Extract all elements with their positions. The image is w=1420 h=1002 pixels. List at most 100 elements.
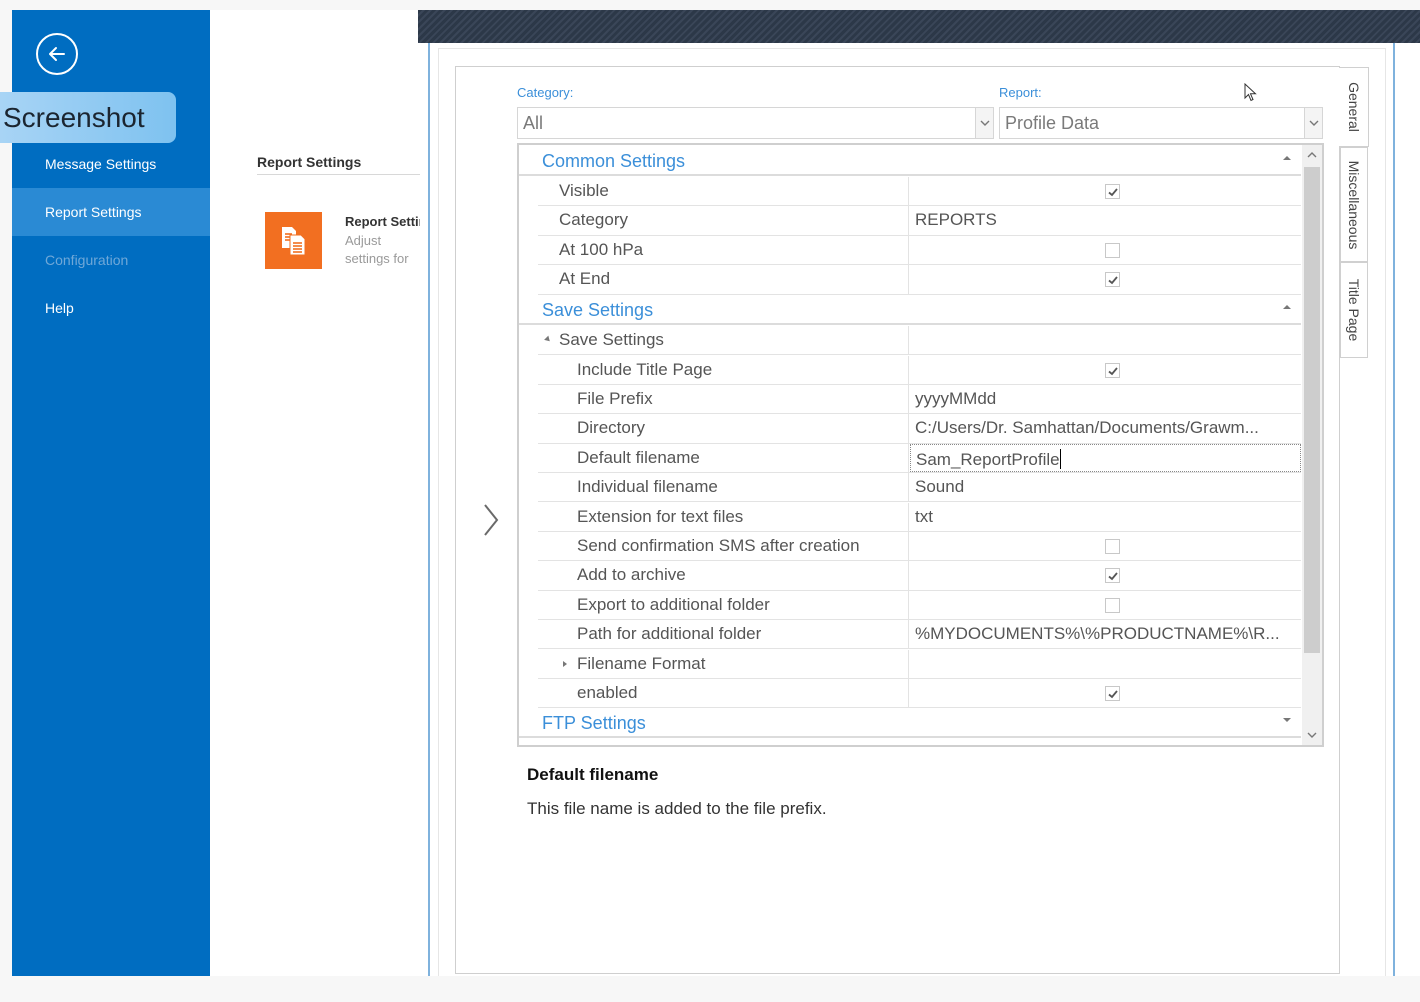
property-value-cell[interactable]: txt (910, 503, 1301, 531)
chevron-right-icon[interactable] (480, 502, 502, 538)
property-value (910, 177, 1301, 205)
property-row-file-prefix[interactable]: File Prefix yyyyMMdd (538, 384, 1301, 415)
sidebar-item-label: Help (45, 300, 74, 316)
checkbox[interactable] (1105, 272, 1120, 288)
panel-border-left (428, 43, 430, 976)
checkmark-icon (1108, 188, 1118, 197)
chevron-down-icon[interactable] (1304, 108, 1322, 138)
property-row-at-100-hpa[interactable]: At 100 hPa (538, 235, 1301, 266)
grid-scrollbar[interactable] (1302, 145, 1322, 745)
property-value (910, 356, 1301, 384)
checkbox[interactable] (1105, 184, 1120, 199)
property-name: Send confirmation SMS after creation (577, 535, 860, 555)
scroll-down-button[interactable] (1302, 725, 1322, 745)
sidebar-item-help[interactable]: Help (12, 284, 210, 332)
property-row-add-to-archive[interactable]: Add to archive (538, 561, 1301, 591)
chevron-down-icon[interactable] (975, 108, 993, 138)
scroll-up-button[interactable] (1302, 145, 1322, 165)
property-row-send-confirmation-sms-after-creation[interactable]: Send confirmation SMS after creation (538, 531, 1301, 562)
property-value (910, 236, 1301, 264)
category-common-settings[interactable]: Common Settings (519, 146, 1301, 176)
property-name: Directory (577, 418, 646, 438)
property-name: Visible (559, 181, 609, 200)
chevron-up-icon (1307, 152, 1317, 158)
property-value (910, 532, 1301, 560)
property-row-export-to-additional-folder[interactable]: Export to additional folder (538, 590, 1301, 621)
sidebar-item-configuration[interactable]: Configuration (12, 236, 210, 284)
property-name: Filename Format (577, 653, 706, 673)
property-name: Save Settings (559, 330, 664, 349)
property-value (910, 591, 1301, 619)
category-select[interactable]: All (517, 107, 994, 139)
description-title: Default filename (527, 765, 659, 784)
property-name: Path for additional folder (577, 624, 762, 644)
checkbox[interactable] (1105, 242, 1120, 258)
sidebar-item-label: Configuration (45, 252, 129, 268)
property-name: Export to additional folder (577, 594, 770, 614)
checkbox[interactable] (1105, 685, 1120, 701)
property-value: %MYDOCUMENTS%\%PRODUCTNAME%\R... (915, 624, 1280, 644)
sidebar-item-label: Report Settings (45, 204, 142, 220)
report-settings-tile[interactable] (265, 212, 322, 269)
chevron-down-icon (1307, 732, 1317, 738)
property-value: REPORTS (915, 210, 997, 230)
property-row-category[interactable]: Category REPORTS (538, 206, 1301, 236)
arrow-left-icon (49, 47, 65, 61)
property-row-include-title-page[interactable]: Include Title Page (538, 355, 1301, 385)
property-name: File Prefix (577, 388, 653, 408)
expanded-triangle-icon[interactable] (544, 335, 552, 344)
property-row-default-filename[interactable]: Default filename Sam_ReportProfile (538, 443, 1301, 474)
property-row-path-for-additional-folder[interactable]: Path for additional folder %MYDOCUMENTS%\… (538, 620, 1301, 650)
report-label: Report: (999, 85, 1042, 100)
expand-caret-icon[interactable] (1283, 718, 1291, 722)
back-button[interactable] (36, 33, 78, 75)
tab-general[interactable]: General (1339, 67, 1369, 147)
report-select[interactable]: Profile Data (999, 107, 1323, 139)
collapse-caret-icon[interactable] (1283, 305, 1291, 309)
property-row-enabled[interactable]: enabled (538, 678, 1301, 709)
checkbox[interactable] (1105, 597, 1120, 613)
tab-title-page[interactable]: Title Page (1340, 262, 1368, 358)
property-row-at-end[interactable]: At End (538, 265, 1301, 295)
property-row-extension-for-text-files[interactable]: Extension for text files txt (538, 502, 1301, 532)
property-row-directory[interactable]: Directory C:/Users/Dr. Samhattan/Document… (538, 414, 1301, 444)
property-name: Category (559, 210, 628, 230)
screenshot-overlay-badge: Screenshot (0, 92, 176, 143)
divider (257, 174, 420, 175)
category-save-settings[interactable]: Save Settings (519, 295, 1301, 325)
category-select-value: All (523, 113, 544, 133)
mouse-cursor-icon (1244, 83, 1257, 102)
property-name: enabled (577, 682, 638, 702)
checkbox[interactable] (1105, 362, 1120, 378)
property-value: Sound (915, 477, 965, 497)
property-row-filename-format[interactable]: Filename Format (538, 649, 1301, 679)
property-value: C:/Users/Dr. Samhattan/Documents/Grawm..… (915, 418, 1259, 438)
sidebar-item-report-settings[interactable]: Report Settings (12, 188, 210, 236)
property-value-cell[interactable]: yyyyMMdd (910, 385, 1301, 413)
checkmark-icon (1108, 366, 1118, 375)
scroll-thumb[interactable] (1304, 167, 1320, 653)
tab-miscellaneous[interactable]: Miscellaneous (1340, 147, 1368, 262)
category-ftp-settings[interactable]: FTP Settings (519, 708, 1301, 738)
property-value-cell[interactable]: Sound (910, 473, 1301, 501)
property-value-cell[interactable]: REPORTS (910, 206, 1301, 234)
sidebar: Message Settings Report Settings Configu… (12, 10, 210, 976)
checkmark-icon (1108, 690, 1118, 699)
property-value-cell[interactable]: %MYDOCUMENTS%\%PRODUCTNAME%\R... (910, 620, 1301, 648)
property-value: yyyyMMdd (915, 388, 997, 408)
property-row-individual-filename[interactable]: Individual filename Sound (538, 473, 1301, 503)
checkbox[interactable] (1105, 568, 1120, 584)
property-name: Individual filename (577, 477, 718, 497)
property-value-cell[interactable]: C:/Users/Dr. Samhattan/Documents/Grawm..… (910, 414, 1301, 442)
property-name: At 100 hPa (559, 239, 644, 259)
default-filename-input[interactable]: Sam_ReportProfile (910, 443, 1301, 473)
property-value (910, 561, 1301, 589)
checkbox[interactable] (1105, 538, 1120, 554)
sidebar-item-message-settings[interactable]: Message Settings (12, 140, 210, 188)
property-row-visible[interactable]: Visible (538, 177, 1301, 207)
group-row-save-settings[interactable]: Save Settings (538, 326, 1301, 356)
collapse-caret-icon[interactable] (1283, 156, 1291, 160)
property-name: At End (559, 269, 611, 289)
collapsed-triangle-icon[interactable] (563, 660, 567, 667)
property-name: Default filename (577, 447, 700, 467)
